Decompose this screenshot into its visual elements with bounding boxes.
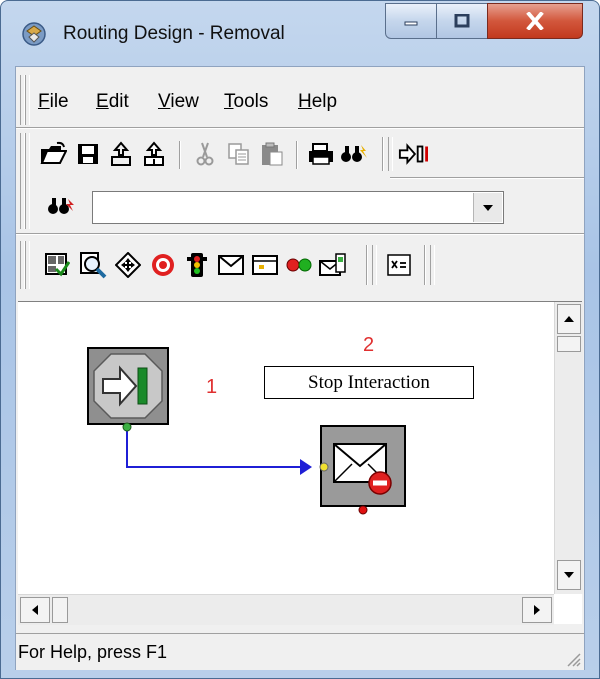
scroll-up-button[interactable] [557, 304, 581, 334]
scroll-down-button[interactable] [557, 560, 581, 590]
menu-help[interactable]: Help [298, 91, 337, 113]
canvas-graphics [87, 347, 406, 515]
toolbar-grip-2[interactable] [25, 241, 30, 289]
menu-view[interactable]: View [158, 91, 199, 113]
export-button[interactable] [106, 139, 136, 169]
band-separator [16, 233, 584, 235]
close-button[interactable] [487, 3, 583, 39]
find-icon [341, 145, 367, 162]
save-button[interactable] [73, 139, 103, 169]
stop-target-button[interactable] [148, 250, 178, 280]
entry-point-node[interactable] [87, 347, 169, 432]
red-green-button[interactable] [284, 250, 314, 280]
horizontal-scrollbar[interactable] [18, 594, 554, 625]
print-button[interactable] [306, 139, 336, 169]
toolbar-separator [424, 245, 426, 285]
menu-edit[interactable]: Edit [96, 91, 129, 113]
application-window: Routing Design - Removal File Edit View … [0, 0, 600, 679]
cut-button[interactable] [190, 139, 220, 169]
connector-line[interactable] [126, 427, 301, 468]
scroll-left-icon [32, 605, 38, 615]
inspect-button[interactable] [78, 250, 108, 280]
vertical-scrollbar[interactable] [554, 302, 583, 594]
stop-interaction-node[interactable] [319, 425, 406, 515]
toolbar-separator [382, 137, 384, 171]
client-area: File Edit View Tools Help 1 2 Stop Inter… [15, 66, 585, 670]
maximize-button[interactable] [436, 3, 488, 39]
dropdown-arrow-icon [483, 204, 493, 211]
paste-button[interactable] [257, 139, 287, 169]
cut-icon [196, 142, 214, 166]
band-separator [390, 177, 584, 179]
toolbar-separator [366, 245, 368, 285]
title-bar[interactable]: Routing Design - Removal [1, 1, 599, 65]
toolbar-separator [296, 141, 298, 169]
checklist-icon [45, 253, 70, 277]
scroll-right-icon [534, 605, 540, 615]
copy-icon [228, 143, 249, 165]
toolbar-separator [179, 141, 181, 169]
minimize-icon [404, 21, 418, 26]
target-move-button[interactable] [113, 250, 143, 280]
toolbar-grip-4[interactable] [430, 245, 435, 285]
app-icon [22, 22, 46, 46]
envelope-button[interactable] [216, 250, 246, 280]
inspect-icon [80, 252, 107, 279]
find-icon [48, 198, 74, 214]
import-button[interactable] [139, 139, 169, 169]
open-folder-icon [40, 141, 67, 164]
import-icon [144, 141, 164, 166]
open-button[interactable] [38, 139, 68, 169]
callout-number-1: 1 [206, 376, 218, 398]
menu-tools[interactable]: Tools [224, 91, 268, 113]
band-separator [16, 127, 584, 129]
callout-number-2: 2 [363, 334, 375, 356]
minimize-button[interactable] [385, 3, 437, 39]
toolbar-grip-2[interactable] [25, 133, 30, 229]
scroll-right-button[interactable] [522, 597, 552, 623]
variable-button[interactable] [384, 250, 414, 280]
red-green-icon [286, 258, 312, 272]
status-text: For Help, press F1 [18, 642, 168, 662]
toolbar-grip-3[interactable] [372, 245, 377, 285]
email-box-button[interactable] [318, 250, 348, 280]
card-button[interactable] [250, 250, 280, 280]
print-icon [309, 143, 333, 165]
close-icon [526, 12, 544, 30]
paste-icon [262, 142, 283, 166]
traffic-light-icon [187, 253, 207, 277]
scroll-left-button[interactable] [20, 597, 50, 623]
scroll-thumb[interactable] [557, 336, 581, 352]
find-button[interactable] [339, 139, 369, 169]
variable-icon [387, 254, 411, 276]
scroll-up-icon [564, 316, 574, 322]
traffic-light-button[interactable] [182, 250, 212, 280]
toolbar-grip-3[interactable] [388, 137, 393, 171]
copy-button[interactable] [224, 139, 254, 169]
envelope-icon [218, 255, 244, 275]
resize-grip-icon[interactable] [564, 650, 582, 668]
status-bar: For Help, press F1 [16, 633, 584, 670]
card-icon [252, 255, 278, 275]
maximize-icon [454, 14, 470, 28]
save-icon [78, 144, 98, 164]
stop-interaction-label[interactable]: Stop Interaction [264, 366, 474, 399]
combo-dropdown-button[interactable] [473, 193, 502, 222]
run-button[interactable] [398, 139, 428, 169]
find-combo-button[interactable] [46, 191, 76, 221]
design-canvas[interactable]: 1 2 Stop Interaction [18, 301, 583, 625]
scroll-thumb-horizontal[interactable] [52, 597, 68, 623]
menu-file[interactable]: File [38, 91, 69, 113]
find-combo-box[interactable] [92, 191, 504, 224]
connector-arrow-icon [300, 459, 312, 475]
window-title: Routing Design - Removal [63, 23, 285, 44]
target-move-icon [115, 252, 141, 278]
export-icon [111, 141, 131, 166]
checklist-button[interactable] [42, 250, 72, 280]
menu-band-grip-2[interactable] [25, 75, 30, 125]
email-box-icon [319, 253, 346, 276]
stop-target-icon [152, 254, 174, 276]
scroll-down-icon [564, 572, 574, 578]
run-arrow-icon [398, 143, 428, 165]
